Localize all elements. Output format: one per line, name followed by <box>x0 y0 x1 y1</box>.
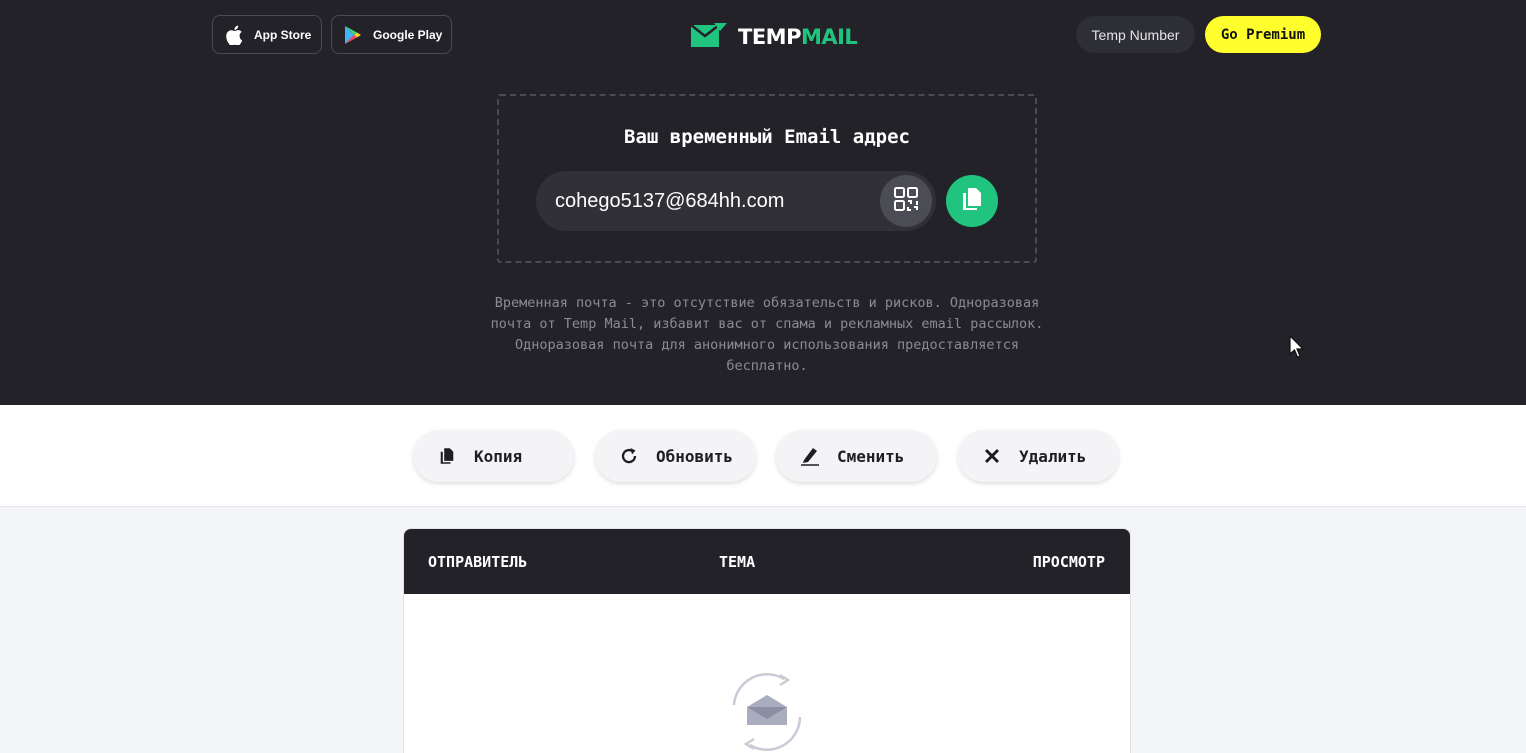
mail-logo-icon <box>690 21 728 53</box>
mouse-cursor-icon <box>1288 334 1305 363</box>
change-button-label: Сменить <box>837 446 905 466</box>
hero-section: App Store Google Play TEMPMAIL Temp Numb… <box>0 0 1526 405</box>
tempmail-logo[interactable]: TEMPMAIL <box>690 21 858 53</box>
qr-code-button[interactable] <box>880 175 932 227</box>
google-play-icon <box>342 24 364 46</box>
app-store-label: App Store <box>254 27 312 42</box>
copy-button-label: Копия <box>474 446 523 466</box>
logo-text-temp: TEMP <box>738 25 801 49</box>
close-icon <box>982 446 1002 466</box>
copy-icon <box>437 446 457 466</box>
temp-number-button[interactable]: Temp Number <box>1076 16 1195 53</box>
email-card-title: Ваш временный Email адрес <box>624 126 910 148</box>
email-address-field[interactable]: cohego5137@684hh.com <box>536 171 936 231</box>
service-description: Временная почта - это отсутствие обязате… <box>490 295 1044 374</box>
column-sender: ОТПРАВИТЕЛЬ <box>428 553 528 571</box>
copy-button[interactable]: Копия <box>413 430 574 482</box>
delete-button-label: Удалить <box>1019 446 1087 466</box>
column-subject: ТЕМА <box>719 553 756 571</box>
logo-text-mail: MAIL <box>800 25 858 49</box>
google-play-button[interactable]: Google Play <box>331 15 452 54</box>
edit-icon <box>800 446 820 466</box>
change-button[interactable]: Сменить <box>776 430 937 482</box>
refresh-button[interactable]: Обновить <box>595 430 756 482</box>
empty-inbox-icon <box>722 667 812 753</box>
app-store-button[interactable]: App Store <box>212 15 322 54</box>
refresh-button-label: Обновить <box>656 446 734 466</box>
google-play-label: Google Play <box>373 27 443 42</box>
copy-email-button[interactable] <box>946 175 998 227</box>
inbox-header: ОТПРАВИТЕЛЬ ТЕМА ПРОСМОТР <box>404 529 1130 594</box>
refresh-icon <box>619 446 639 466</box>
column-view: ПРОСМОТР <box>1032 553 1105 571</box>
copy-icon <box>962 187 982 215</box>
email-card: Ваш временный Email адрес cohego5137@684… <box>497 94 1037 263</box>
apple-icon <box>223 24 245 46</box>
go-premium-button[interactable]: Go Premium <box>1205 16 1321 53</box>
inbox-table: ОТПРАВИТЕЛЬ ТЕМА ПРОСМОТР <box>403 528 1131 753</box>
delete-button[interactable]: Удалить <box>958 430 1119 482</box>
qr-code-icon <box>893 186 919 216</box>
action-bar: Копия Обновить Сменить Удалить <box>0 405 1526 507</box>
